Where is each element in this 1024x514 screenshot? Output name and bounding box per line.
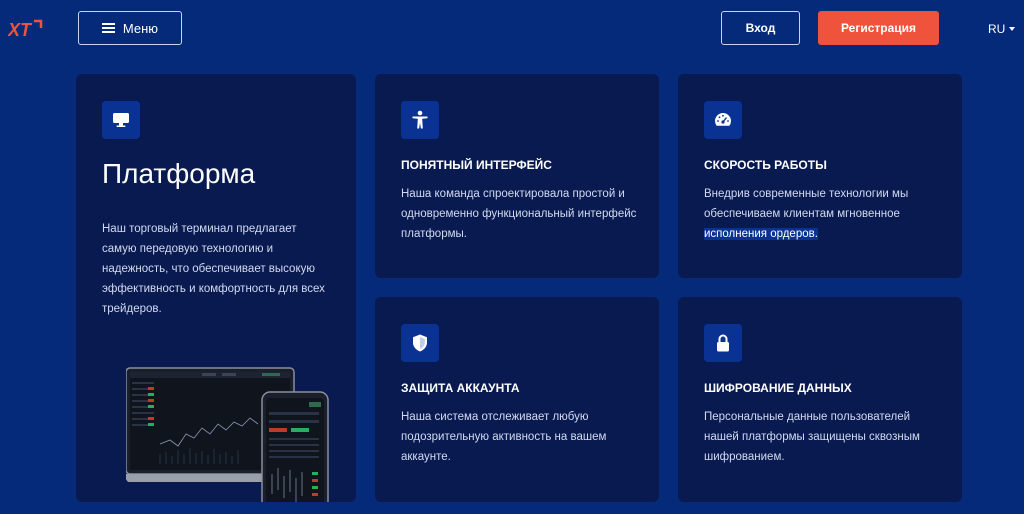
platform-description-line: надежность, что обеспечивает высокую	[102, 263, 315, 275]
feature-text-line: шифрованием.	[704, 451, 785, 463]
register-label: Регистрация	[840, 21, 917, 35]
feature-icon-box	[401, 324, 439, 362]
feature-text-line: обеспечиваем клиентам мгновенное	[704, 208, 900, 220]
feature-text: Наша система отслеживает любую подозрите…	[401, 407, 651, 467]
menu-label: Меню	[122, 20, 159, 36]
language-label: RU	[988, 22, 1006, 36]
menu-button[interactable]: Меню	[78, 11, 182, 45]
feature-icon-box	[704, 324, 742, 362]
feature-text: Персональные данные пользователей нашей …	[704, 407, 954, 467]
speedometer-icon	[715, 113, 731, 126]
feature-text-line: одновременно функциональный интерфейс	[401, 208, 637, 220]
feature-text: Внедрив современные технологии мы обеспе…	[704, 184, 954, 244]
feature-text-line: подозрительную активность на вашем	[401, 431, 607, 443]
platform-card: Платформа Наш торговый терминал предлага…	[76, 74, 356, 502]
login-button[interactable]: Вход	[721, 11, 800, 45]
feature-card-interface: ПОНЯТНЫЙ ИНТЕРФЕЙС Наша команда спроекти…	[375, 74, 659, 278]
register-button[interactable]: Регистрация	[818, 11, 939, 45]
feature-text-line-highlighted-wrap: исполнения ордеров.	[704, 224, 954, 244]
platform-description: Наш торговый терминал предлагает самую п…	[102, 219, 342, 319]
hamburger-icon	[101, 23, 115, 33]
feature-title: СКОРОСТЬ РАБОТЫ	[704, 158, 827, 172]
feature-title: ШИФРОВАНИЕ ДАННЫХ	[704, 381, 852, 395]
platform-description-line: эффективность и комфортность для всех	[102, 283, 325, 295]
logo-text: XT	[8, 20, 33, 40]
accessibility-icon	[412, 110, 428, 129]
lock-icon	[717, 334, 729, 352]
platform-description-line: трейдеров.	[102, 303, 162, 315]
feature-icon-box	[401, 101, 439, 139]
platform-description-line: самую передовую технологию и	[102, 243, 274, 255]
logo[interactable]: XT	[8, 18, 44, 40]
header: XT Меню Вход Регистрация RU	[0, 0, 1024, 60]
monitor-icon	[113, 113, 129, 127]
platform-icon-box	[102, 101, 140, 139]
feature-title: ЗАЩИТА АККАУНТА	[401, 381, 520, 395]
feature-text-line: Наша система отслеживает любую	[401, 411, 589, 423]
feature-card-speed: СКОРОСТЬ РАБОТЫ Внедрив современные техн…	[678, 74, 962, 278]
login-label: Вход	[745, 21, 776, 35]
feature-text-line: платформы.	[401, 228, 467, 240]
devices-image	[126, 367, 329, 502]
feature-text-line: Наша команда спроектировала простой и	[401, 188, 625, 200]
feature-card-security: ЗАЩИТА АККАУНТА Наша система отслеживает…	[375, 297, 659, 502]
feature-text-line: Внедрив современные технологии мы	[704, 188, 909, 200]
feature-text-line: нашей платформы защищены сквозным	[704, 431, 920, 443]
platform-description-line: Наш торговый терминал предлагает	[102, 223, 297, 235]
language-selector[interactable]: RU	[988, 21, 1016, 37]
feature-text-line: аккаунте.	[401, 451, 451, 463]
feature-title: ПОНЯТНЫЙ ИНТЕРФЕЙС	[401, 158, 552, 172]
platform-title: Платформа	[102, 158, 256, 189]
feature-text-line-highlighted: исполнения ордеров.	[704, 228, 818, 240]
feature-card-encryption: ШИФРОВАНИЕ ДАННЫХ Персональные данные по…	[678, 297, 962, 502]
caret-down-icon	[1009, 27, 1016, 31]
shield-icon	[413, 334, 427, 352]
feature-text-line: Персональные данные пользователей	[704, 411, 911, 423]
feature-text: Наша команда спроектировала простой и од…	[401, 184, 651, 244]
feature-icon-box	[704, 101, 742, 139]
